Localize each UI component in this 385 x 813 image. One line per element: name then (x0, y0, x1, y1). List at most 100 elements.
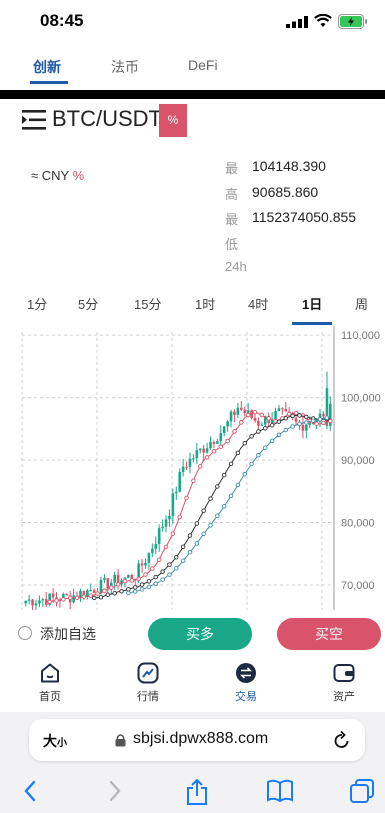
stat-value-1: 104148.390 (252, 158, 326, 174)
candle-body (257, 420, 260, 426)
bookmarks-icon[interactable] (266, 778, 294, 804)
candle-body (205, 448, 209, 453)
ma-point-3 (221, 504, 227, 509)
tab-4hour[interactable]: 4时 (248, 294, 268, 313)
candle-body (250, 410, 253, 419)
candle-body-last (325, 388, 329, 420)
ma-point-2 (126, 587, 131, 592)
ma-point-2 (180, 544, 186, 550)
ma-point-1 (88, 593, 93, 598)
tab-fiat[interactable]: 法币 (111, 57, 139, 77)
ma-point-3 (146, 584, 152, 590)
reload-icon[interactable] (333, 730, 351, 750)
cny-pct: % (72, 168, 85, 183)
ma-point-3 (174, 566, 179, 571)
forward-icon[interactable] (107, 778, 123, 804)
lock-icon (115, 734, 126, 747)
pair-header: BTC/USDT % (0, 104, 385, 138)
candle-body (44, 599, 48, 605)
sell-short-button[interactable]: 买空 (277, 618, 381, 650)
url-text[interactable]: sbjsi.dpwx888.com (133, 730, 268, 748)
nav-market-label: 行情 (137, 691, 159, 703)
ma-point-3 (269, 438, 275, 444)
candle-body (140, 563, 144, 566)
candle-body (99, 579, 103, 594)
ma-point-2 (256, 429, 261, 434)
nav-trade-label: 交易 (235, 691, 257, 703)
cellular-signal-icon (286, 16, 308, 28)
ma-point-3 (317, 417, 323, 422)
status-bar: 08:45 (0, 0, 385, 44)
tab-15min[interactable]: 15分 (134, 294, 161, 313)
tab-5min[interactable]: 5分 (78, 294, 98, 313)
nav-home[interactable]: 首页 (20, 662, 80, 704)
candle-body (192, 458, 195, 460)
wallet-icon (333, 664, 355, 682)
nav-market[interactable]: 行情 (118, 662, 178, 704)
candle-body (72, 595, 75, 603)
ma-point-3 (167, 572, 172, 577)
bottom-nav: 首页 行情 交易 资产 (0, 656, 385, 712)
kline-chart-svg[interactable]: 110,000 100,000 90,000 80,000 70,000 (0, 326, 385, 610)
text-size-button[interactable]: 大小 (43, 731, 67, 751)
tab-1min[interactable]: 1分 (27, 294, 47, 313)
candle-body (308, 422, 312, 426)
candle-body (219, 433, 223, 442)
ma-line-2 (94, 414, 331, 599)
tab-1day[interactable]: 1日 (302, 294, 322, 313)
ma-point-3 (310, 418, 316, 423)
candle-body (233, 411, 236, 415)
ma-point-1 (67, 595, 73, 601)
ma-point-1 (328, 418, 333, 424)
menu-toggle-icon[interactable] (22, 109, 46, 131)
ma-point-1 (150, 566, 155, 571)
ma-point-2 (208, 496, 213, 501)
y-tick-label: 110,000 (341, 330, 380, 342)
ma-point-2 (105, 592, 111, 597)
candle-body (24, 600, 28, 604)
ma-point-3 (180, 558, 186, 563)
ma-point-1 (102, 588, 107, 593)
candle-body (195, 450, 199, 459)
add-favorite-label[interactable]: 添加自选 (40, 624, 96, 644)
stat-label-1: 最 (225, 161, 239, 176)
candle-body (198, 448, 202, 451)
buy-long-button[interactable]: 买多 (148, 618, 252, 650)
ma-point-2 (201, 508, 206, 513)
kline-chart[interactable]: 110,000 100,000 90,000 80,000 70,000 (0, 326, 385, 610)
ma-point-2 (119, 589, 124, 594)
ma-point-1 (177, 514, 182, 520)
back-icon[interactable] (22, 778, 38, 804)
candle-body (181, 466, 185, 472)
ma-point-3 (263, 445, 268, 451)
tab-week[interactable]: 周 (355, 294, 368, 313)
candle-body (27, 599, 31, 601)
ma-point-3 (290, 424, 295, 429)
trade-icon (236, 663, 256, 683)
tab-defi[interactable]: DeFi (188, 57, 218, 73)
divider-bar (0, 90, 385, 99)
pair-title[interactable]: BTC/USDT (52, 106, 162, 132)
nav-trade[interactable]: 交易 (216, 662, 276, 704)
tabs-icon[interactable] (349, 778, 375, 804)
nav-home-label: 首页 (39, 691, 61, 703)
ma-point-1 (191, 478, 196, 483)
candle-body (65, 593, 69, 596)
ma-point-1 (259, 412, 265, 418)
ma-point-2 (112, 591, 117, 596)
favorite-radio[interactable] (18, 626, 32, 640)
y-tick-label: 70,000 (341, 580, 375, 592)
nav-assets[interactable]: 资产 (314, 662, 374, 704)
candle-body (113, 574, 116, 583)
candle-body (127, 575, 130, 578)
ma-point-3 (215, 513, 220, 519)
battery-icon (338, 14, 367, 29)
tab-innovation[interactable]: 创新 (33, 57, 61, 77)
ma-point-1 (218, 444, 224, 449)
url-bar[interactable]: 大小 sbjsi.dpwx888.com (29, 719, 365, 761)
share-icon[interactable] (185, 778, 209, 806)
ma-point-3 (139, 587, 145, 592)
candle-body (161, 526, 164, 529)
tab-1hour[interactable]: 1时 (195, 294, 215, 313)
candle-body (209, 442, 212, 449)
